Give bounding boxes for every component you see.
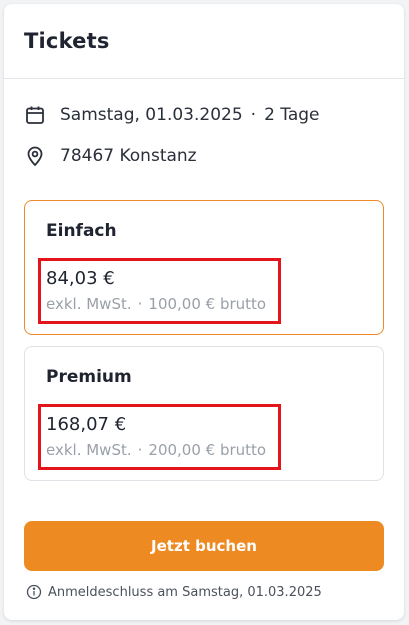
event-date: Samstag, 01.03.2025: [60, 105, 243, 125]
tickets-card: Tickets Samstag, 01.03.2025 · 2 Tage 784…: [4, 4, 404, 620]
event-location: 78467 Konstanz: [60, 146, 197, 166]
card-header: Tickets: [4, 4, 404, 79]
event-location-row: 78467 Konstanz: [24, 145, 197, 167]
gross-price: 100,00 € brutto: [148, 295, 267, 313]
event-date-row: Samstag, 01.03.2025 · 2 Tage: [24, 104, 320, 126]
net-price: 168,07 €: [46, 414, 127, 435]
location-pin-icon: [24, 145, 46, 167]
tax-note: exkl. MwSt.: [46, 441, 132, 459]
info-icon: [26, 584, 42, 600]
card-title: Tickets: [24, 29, 110, 53]
meta-separator: ·: [250, 105, 257, 125]
ticket-option-premium[interactable]: Premium 168,07 € exkl. MwSt. · 200,00 € br…: [24, 346, 384, 481]
ticket-name: Einfach: [46, 221, 117, 241]
ticket-name: Premium: [46, 367, 132, 387]
gross-price: 200,00 € brutto: [148, 441, 267, 459]
price-separator: ·: [137, 441, 143, 459]
event-duration: 2 Tage: [264, 105, 320, 125]
ticket-option-einfach[interactable]: Einfach 84,03 € exkl. MwSt. · 100,00 € bru…: [24, 200, 384, 335]
price-separator: ·: [137, 295, 143, 313]
registration-deadline: Anmeldeschluss am Samstag, 01.03.2025: [26, 584, 322, 600]
deadline-text: Anmeldeschluss am Samstag, 01.03.2025: [48, 584, 322, 600]
book-now-button[interactable]: Jetzt buchen: [24, 521, 384, 571]
tax-note: exkl. MwSt.: [46, 295, 132, 313]
price-highlight-box: 168,07 € exkl. MwSt. · 200,00 € brutto: [38, 404, 281, 470]
calendar-icon: [24, 104, 46, 126]
price-details: exkl. MwSt. · 200,00 € brutto: [46, 441, 278, 459]
net-price: 84,03 €: [46, 268, 115, 289]
price-details: exkl. MwSt. · 100,00 € brutto: [46, 295, 278, 313]
price-highlight-box: 84,03 € exkl. MwSt. · 100,00 € brutto: [38, 258, 281, 324]
